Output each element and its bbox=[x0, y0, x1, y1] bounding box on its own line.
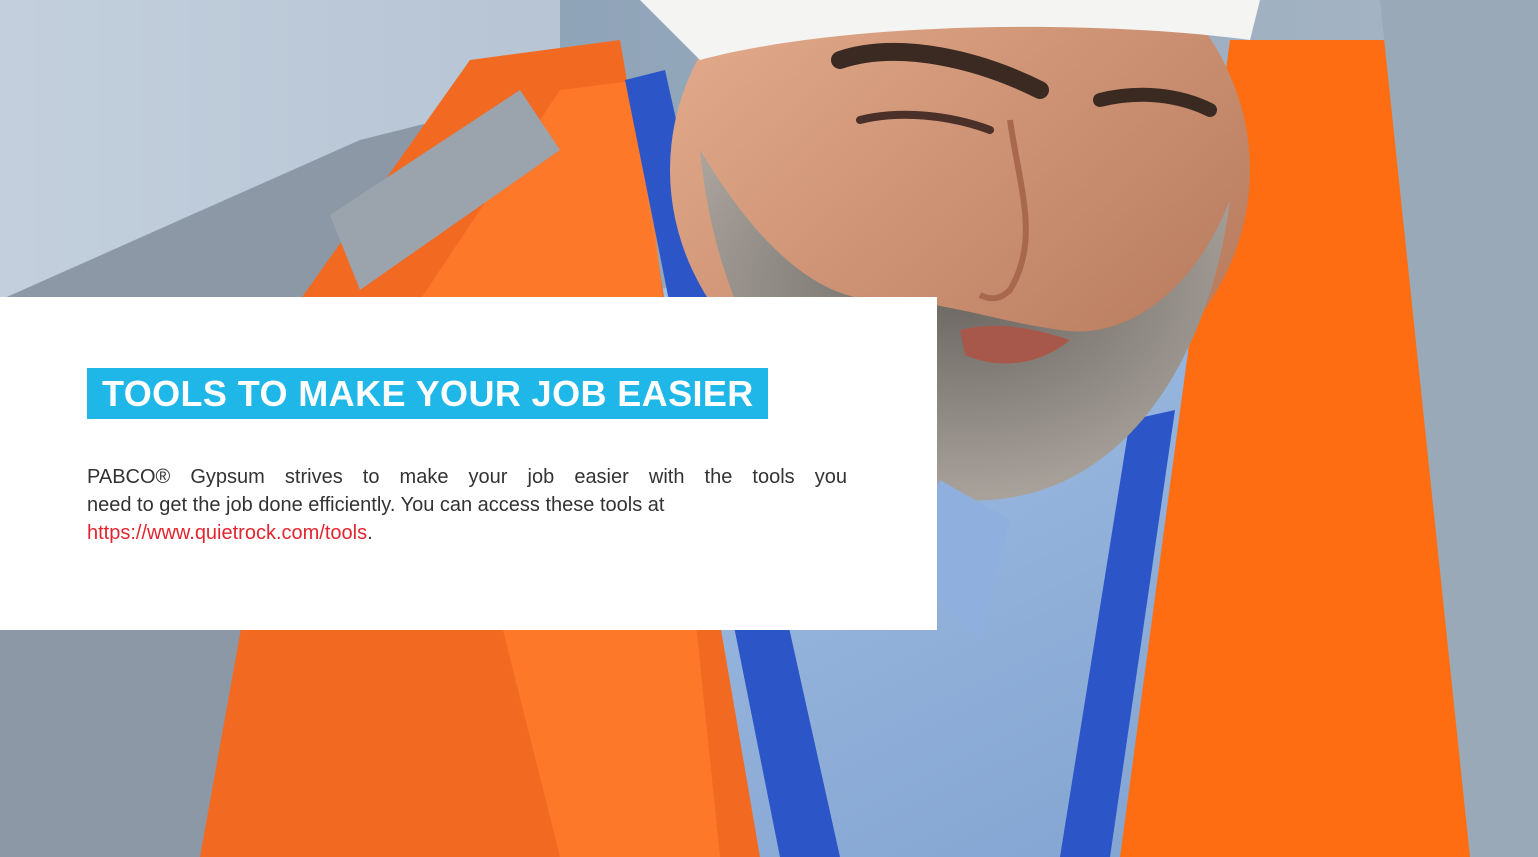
body-line-2: need to get the job done efficiently. Yo… bbox=[87, 494, 665, 516]
info-card: TOOLS TO MAKE YOUR JOB EASIER PABCO® Gyp… bbox=[0, 297, 937, 630]
heading-highlight: TOOLS TO MAKE YOUR JOB EASIER bbox=[87, 368, 768, 419]
card-heading: TOOLS TO MAKE YOUR JOB EASIER bbox=[102, 372, 754, 414]
link-suffix: . bbox=[367, 522, 373, 544]
body-line-3: https://www.quietrock.com/tools. bbox=[87, 519, 847, 547]
body-line-1: PABCO® Gypsum strives to make your job e… bbox=[87, 466, 847, 488]
tools-link[interactable]: https://www.quietrock.com/tools bbox=[87, 522, 367, 544]
card-body-text: PABCO® Gypsum strives to make your job e… bbox=[87, 463, 847, 547]
